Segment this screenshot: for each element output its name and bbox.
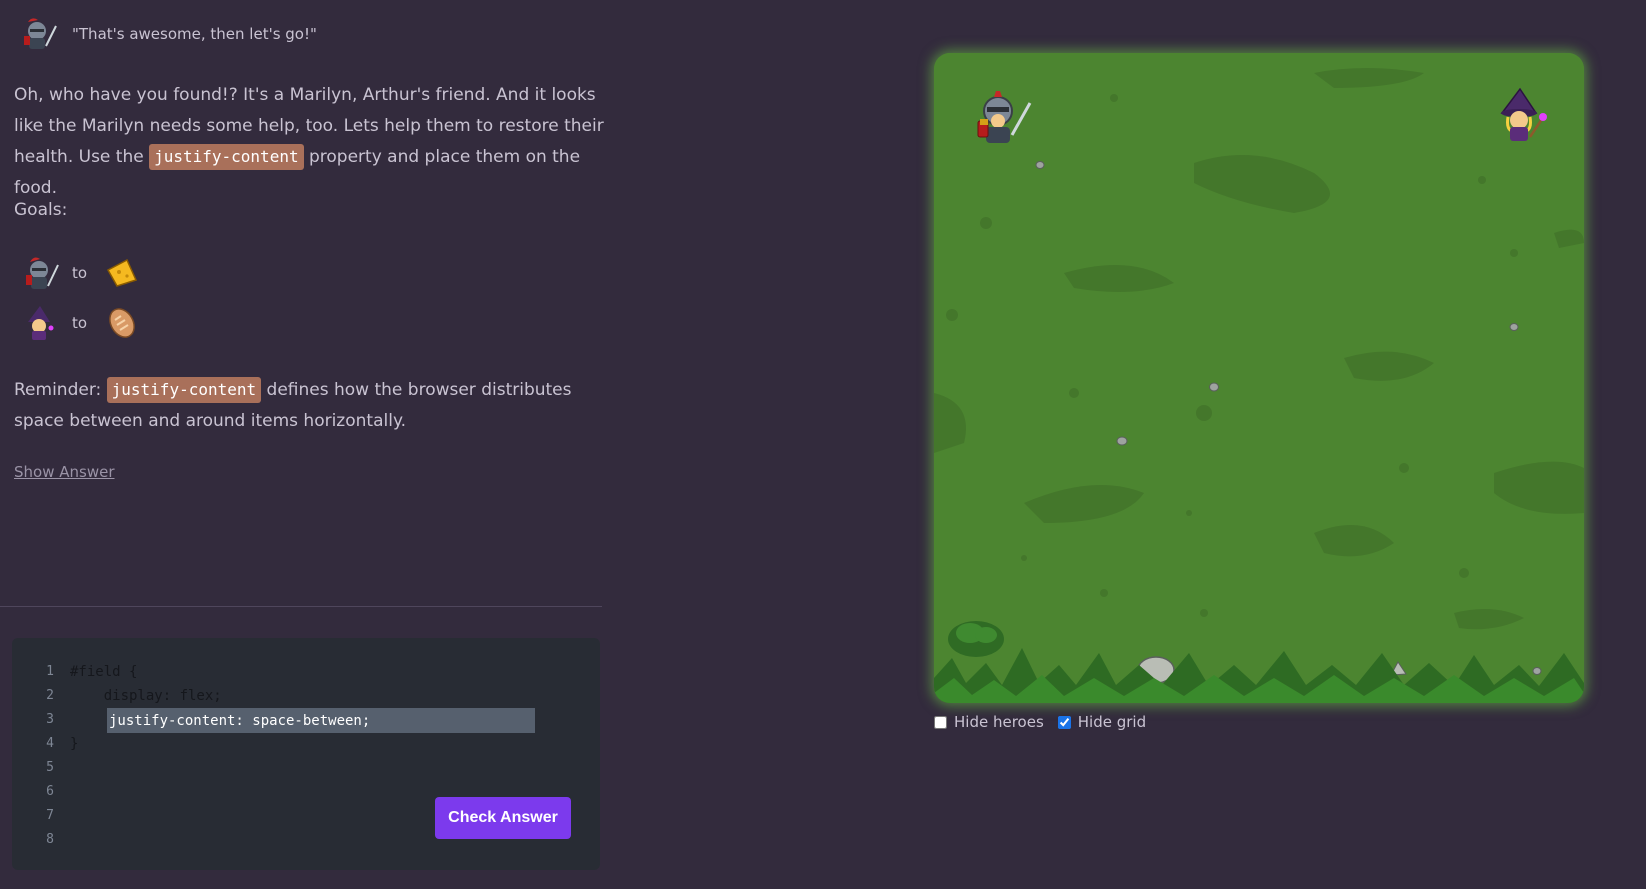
reminder-text: Reminder: justify-content defines how th…: [14, 375, 614, 437]
hide-heroes-label: Hide heroes: [954, 713, 1044, 731]
grass-background: [934, 53, 1584, 703]
display-options: Hide heroes Hide grid: [934, 713, 1160, 731]
goal-to-label: to: [72, 314, 88, 332]
bush-icon: [948, 621, 1004, 657]
dialog-row: "That's awesome, then let's go!": [18, 16, 317, 52]
css-editor: 1 #field { 2 display: flex; 3 4 } 5 6 7 …: [12, 638, 600, 870]
line-number: 2: [46, 688, 54, 703]
game-page: "That's awesome, then let's go!" Oh, who…: [0, 0, 1646, 889]
code-text: display: flex;: [70, 688, 222, 704]
goal-item: to: [20, 254, 139, 292]
code-text: }: [70, 736, 79, 752]
level-instructions: Oh, who have you found!? It's a Marilyn,…: [14, 80, 614, 204]
reminder-prefix: Reminder:: [14, 380, 107, 400]
divider: [0, 606, 602, 607]
goal-to-label: to: [72, 264, 88, 282]
line-number: 8: [46, 832, 54, 847]
show-answer-link[interactable]: Show Answer: [14, 463, 115, 481]
cheese-icon: [107, 258, 138, 287]
line-number: 3: [46, 712, 54, 727]
line-number: 1: [46, 664, 54, 679]
dialog-quote: "That's awesome, then let's go!": [72, 25, 317, 43]
hide-heroes-checkbox[interactable]: [934, 715, 947, 729]
line-number: 7: [46, 808, 54, 823]
line-number: 4: [46, 736, 54, 751]
hide-heroes-option[interactable]: Hide heroes: [934, 713, 1044, 731]
knight-icon: [26, 257, 59, 289]
goal-item: to: [20, 304, 139, 342]
witch-hero: [1500, 87, 1547, 141]
knight-icon: [24, 18, 57, 49]
hide-grid-label: Hide grid: [1077, 713, 1147, 731]
hide-grid-checkbox[interactable]: [1057, 715, 1071, 729]
game-field: [934, 53, 1584, 703]
check-answer-button[interactable]: Check Answer: [435, 797, 571, 839]
knight-hero: [977, 91, 1032, 143]
css-input[interactable]: [107, 708, 535, 733]
goals-label: Goals:: [14, 200, 68, 220]
property-chip: justify-content: [149, 144, 304, 170]
witch-icon: [28, 306, 54, 340]
code-text: #field {: [70, 664, 138, 680]
property-chip: justify-content: [106, 377, 262, 403]
line-number: 6: [46, 784, 54, 799]
bread-icon: [109, 308, 135, 338]
hide-grid-option[interactable]: Hide grid: [1057, 713, 1147, 731]
line-number: 5: [46, 760, 54, 775]
